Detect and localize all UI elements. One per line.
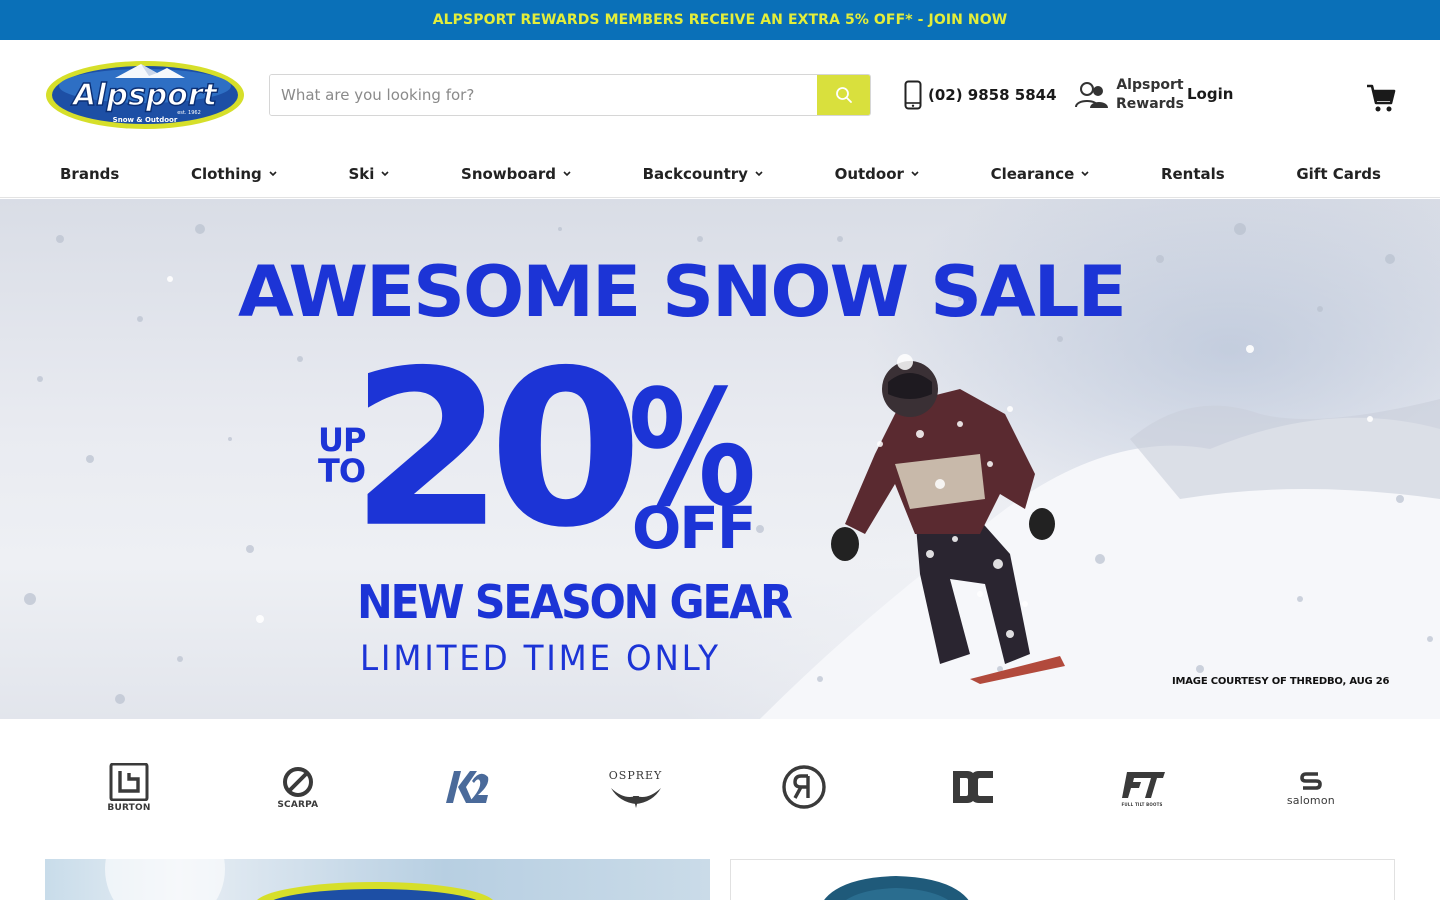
hero-discount-number: 20 <box>350 324 643 576</box>
login-link[interactable]: Login <box>1187 85 1233 103</box>
hero-image-credit: IMAGE COURTESY OF THREDBO, AUG 26 <box>1172 676 1390 687</box>
search-icon <box>835 87 852 103</box>
rewards-join-link[interactable]: ALPSPORT REWARDS MEMBERS RECEIVE AN EXTR… <box>433 12 1008 28</box>
chevron-down-icon <box>1081 170 1089 176</box>
salomon-logo[interactable]: salomon <box>1267 758 1355 818</box>
logo-wordmark: Alpsport <box>71 78 219 113</box>
phone-contact[interactable]: (02) 9858 5844 <box>904 80 1057 110</box>
full-tilt-logo[interactable]: FULL TILT BOOTS <box>1098 758 1186 818</box>
main-nav: Brands Clothing Ski Snowboard Backcountr… <box>0 150 1440 198</box>
rojo-logo[interactable] <box>760 758 848 818</box>
nav-item-ski[interactable]: Ski <box>348 156 389 192</box>
promo-card-left[interactable] <box>45 859 710 900</box>
chevron-down-icon <box>755 170 763 176</box>
phone-number: (02) 9858 5844 <box>928 86 1057 104</box>
nav-item-outdoor[interactable]: Outdoor <box>835 156 919 192</box>
scarpa-logo[interactable]: SCARPA <box>254 758 342 818</box>
chevron-down-icon <box>381 170 389 176</box>
chevron-down-icon <box>563 170 571 176</box>
cart-button[interactable] <box>1365 82 1397 114</box>
svg-text:Snow & Outdoor: Snow & Outdoor <box>113 116 178 124</box>
hero-subtitle: NEW SEASON GEAR <box>357 575 793 629</box>
announcement-bar: ALPSPORT REWARDS MEMBERS RECEIVE AN EXTR… <box>0 0 1440 40</box>
rewards-label-line2: Rewards <box>1116 96 1184 112</box>
dc-logo[interactable] <box>929 758 1017 818</box>
nav-item-backcountry[interactable]: Backcountry <box>643 156 763 192</box>
burton-logo[interactable]: BURTON <box>85 758 173 818</box>
rewards-label-line1: Alpsport <box>1116 77 1184 93</box>
promo-card-left-image <box>105 859 493 900</box>
brand-logos-row: BURTON SCARPA OSPREY FULL TILT BOOTS sal… <box>45 752 1395 824</box>
promo-card-right-image <box>823 876 969 900</box>
chevron-down-icon <box>911 170 919 176</box>
search-bar <box>269 74 871 116</box>
site-logo[interactable]: Alpsport est. 1962 Snow & Outdoor <box>45 60 245 130</box>
rewards-link[interactable]: Alpsport Rewards <box>1074 76 1184 114</box>
hero-banner[interactable]: AWESOME SNOW SALE UP TO 20 % OFF NEW SEA… <box>0 199 1440 719</box>
hero-off: OFF <box>632 494 757 562</box>
nav-item-clearance[interactable]: Clearance <box>991 156 1090 192</box>
snowboarder-image <box>831 354 1065 684</box>
k2-logo[interactable] <box>423 758 511 818</box>
chevron-down-icon <box>269 170 277 176</box>
user-icon <box>1075 82 1108 108</box>
svg-text:est. 1962: est. 1962 <box>177 110 201 116</box>
nav-item-gift-cards[interactable]: Gift Cards <box>1296 156 1381 192</box>
nav-item-brands[interactable]: Brands <box>60 156 119 192</box>
hero-limited: LIMITED TIME ONLY <box>360 639 721 679</box>
search-button[interactable] <box>817 75 870 115</box>
nav-item-snowboard[interactable]: Snowboard <box>461 156 571 192</box>
nav-item-rentals[interactable]: Rentals <box>1161 156 1225 192</box>
nav-item-clothing[interactable]: Clothing <box>191 156 277 192</box>
cart-icon <box>1367 84 1396 112</box>
hero-title: AWESOME SNOW SALE <box>238 251 1127 333</box>
osprey-logo[interactable]: OSPREY <box>592 758 680 818</box>
phone-icon <box>904 80 922 110</box>
promo-card-right[interactable] <box>730 859 1395 900</box>
search-input[interactable] <box>270 75 817 115</box>
